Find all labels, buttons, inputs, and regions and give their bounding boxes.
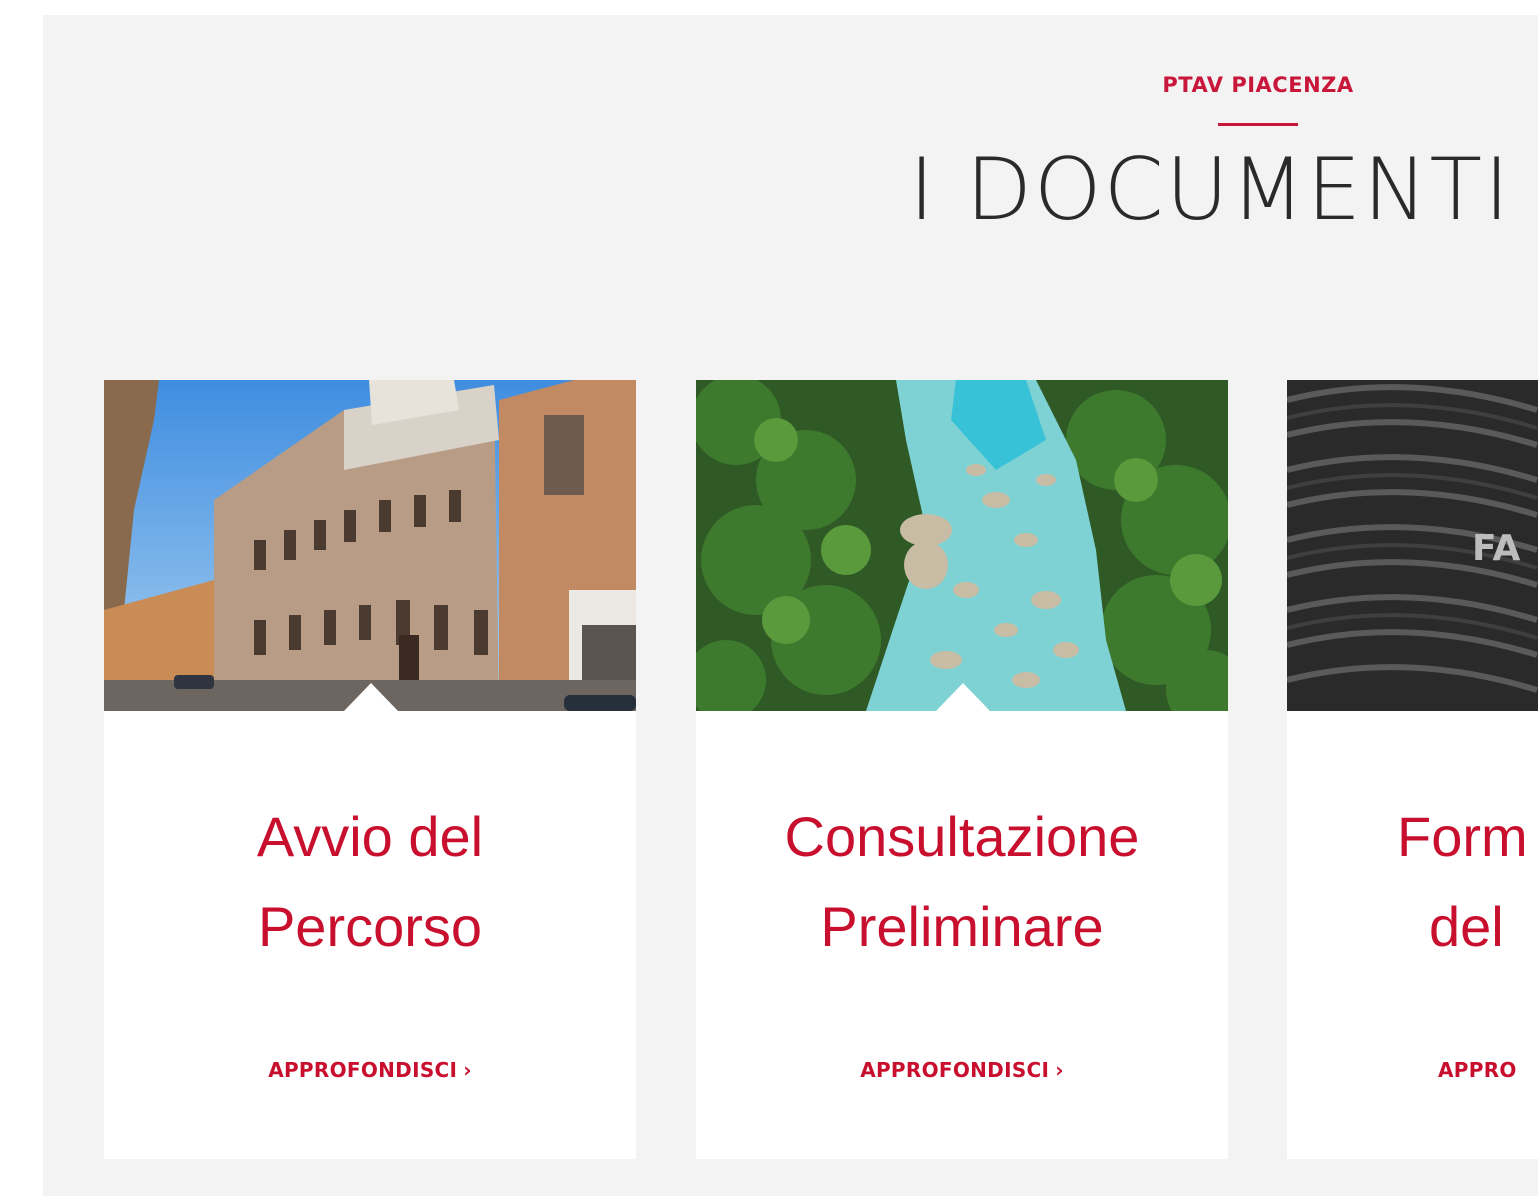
card-image-notch xyxy=(936,683,990,711)
card-title[interactable]: Avvio del Percorso xyxy=(104,792,636,972)
approfondisci-link[interactable]: APPRO xyxy=(1438,1058,1538,1082)
card-title-line: Preliminare xyxy=(820,895,1104,958)
approfondisci-link[interactable]: APPROFONDISCI › xyxy=(104,1058,636,1082)
card-image-palazzo[interactable] xyxy=(104,380,636,711)
image-overlay-text: FA xyxy=(1472,528,1520,569)
chevron-right-icon: › xyxy=(1055,1058,1064,1082)
document-card-formazione[interactable]: FA Form del APPRO xyxy=(1287,380,1538,1159)
document-card-consultazione[interactable]: Consultazione Preliminare APPROFONDISCI › xyxy=(696,380,1228,1159)
document-card-avvio[interactable]: Avvio del Percorso APPROFONDISCI › xyxy=(104,380,636,1159)
vineyard-grayscale-photo: FA xyxy=(1287,380,1538,711)
section-eyebrow: PTAV PIACENZA xyxy=(1162,73,1354,97)
card-title[interactable]: Form del xyxy=(1397,792,1538,972)
approfondisci-link[interactable]: APPROFONDISCI › xyxy=(696,1058,1228,1082)
palazzo-street-photo xyxy=(104,380,636,711)
card-image-vineyard[interactable]: FA xyxy=(1287,380,1538,711)
card-title-line: Percorso xyxy=(257,895,483,958)
card-title-line: del xyxy=(1429,895,1504,958)
link-label: APPROFONDISCI xyxy=(860,1058,1050,1082)
chevron-right-icon: › xyxy=(463,1058,472,1082)
card-title-line: Consultazione xyxy=(784,805,1140,868)
card-image-notch xyxy=(344,683,398,711)
section-title: I DOCUMENTI xyxy=(909,140,1512,240)
link-label: APPRO xyxy=(1438,1058,1517,1082)
card-image-river[interactable] xyxy=(696,380,1228,711)
card-title-line: Form xyxy=(1397,805,1528,868)
link-label: APPROFONDISCI xyxy=(268,1058,458,1082)
eyebrow-divider xyxy=(1218,123,1298,126)
card-title-line: Avvio del xyxy=(256,805,484,868)
river-gorge-photo xyxy=(696,380,1228,711)
card-title[interactable]: Consultazione Preliminare xyxy=(696,792,1228,972)
documents-section: PTAV PIACENZA I DOCUMENTI Avvio del Perc… xyxy=(43,15,1538,1196)
